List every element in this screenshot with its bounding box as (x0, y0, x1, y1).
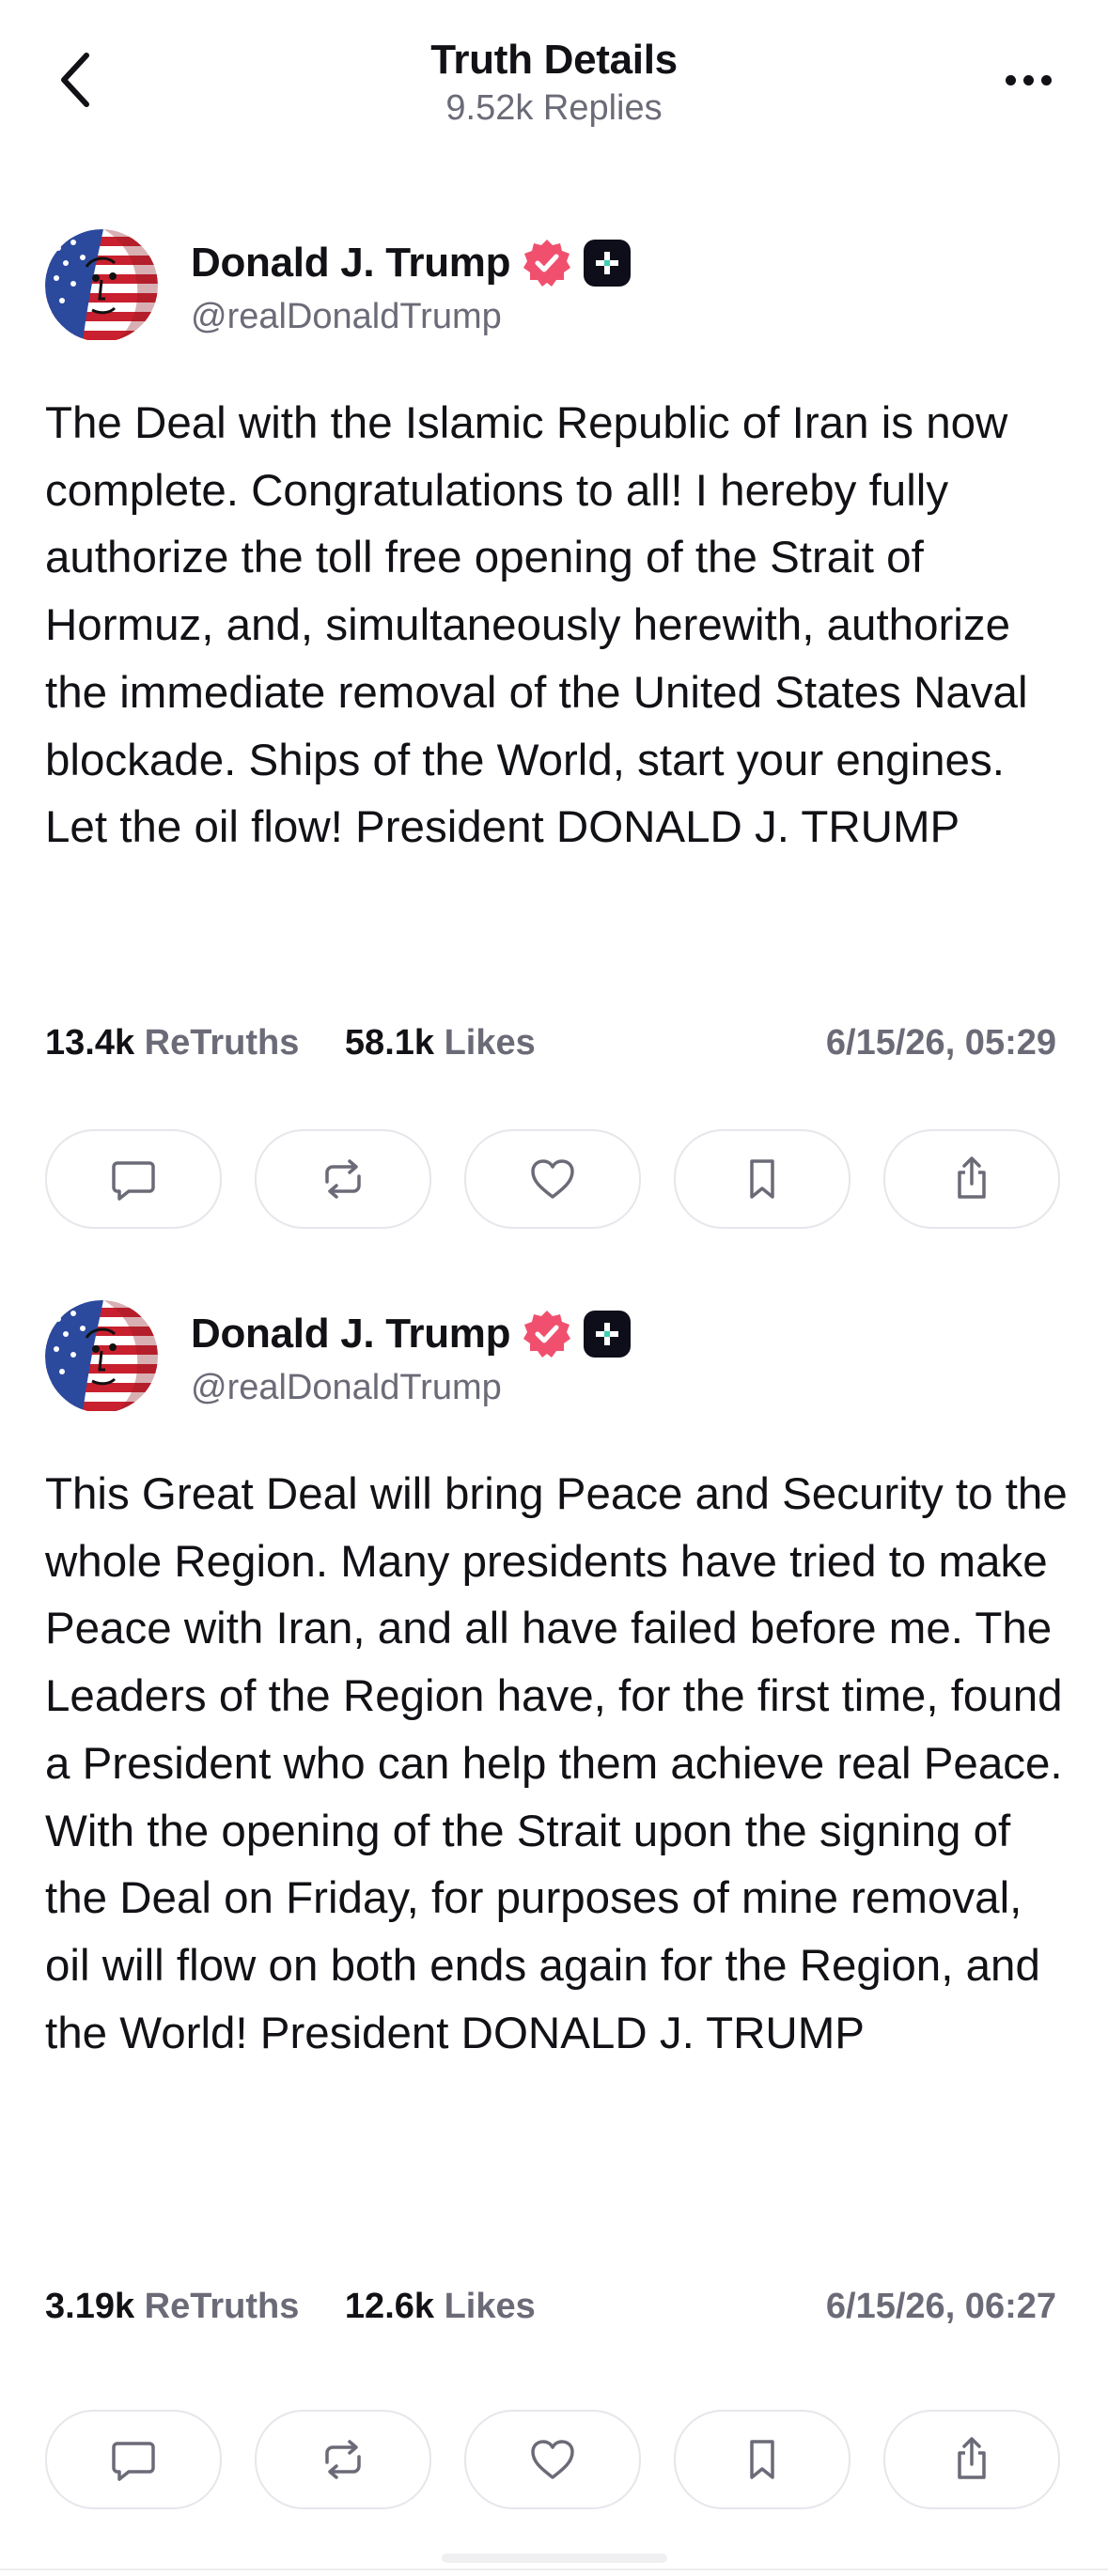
likes-label: Likes (444, 2287, 536, 2326)
ellipsis-dot (1022, 74, 1034, 85)
author-info: Donald J. Trump @realDonaldTrump (191, 235, 632, 340)
retruths-stat[interactable]: 13.4k ReTruths (45, 1019, 299, 1066)
verified-badge-icon (523, 1311, 571, 1358)
reply-icon (112, 1161, 155, 1201)
avatar[interactable] (45, 1300, 158, 1413)
share-icon (958, 2437, 986, 2479)
retruth-icon (325, 2440, 361, 2479)
post-stats: 13.4k ReTruths 58.1k Likes 6/15/26, 05:2… (45, 1019, 1056, 1066)
flag-portrait-avatar-icon (45, 229, 158, 342)
author-name[interactable]: Donald J. Trump (191, 240, 511, 287)
like-button[interactable] (464, 2410, 641, 2509)
ellipsis-dot (1040, 74, 1052, 85)
divider (0, 2568, 1108, 2570)
retruths-label: ReTruths (144, 1023, 300, 1063)
author-name-line: Donald J. Trump (191, 235, 632, 291)
header-titles: Truth Details 9.52k Replies (0, 36, 1108, 132)
retruths-count: 3.19k (45, 2287, 135, 2326)
likes-count: 58.1k (344, 1023, 435, 1063)
home-indicator[interactable] (442, 2553, 667, 2563)
reply-button[interactable] (45, 1129, 222, 1229)
likes-stat[interactable]: 58.1k Likes (345, 1019, 536, 1066)
page-title: Truth Details (430, 37, 678, 83)
author-handle[interactable]: @realDonaldTrump (191, 293, 631, 340)
author-row[interactable]: Donald J. Trump @realDonaldTrump (45, 225, 1060, 342)
more-options-button[interactable] (986, 42, 1070, 117)
post-text: This Great Deal will bring Peace and Sec… (45, 1469, 1068, 2058)
replies-count: 9.52k Replies (445, 88, 663, 128)
flag-portrait-avatar-icon (45, 1300, 158, 1413)
verified-badge-icon (523, 240, 571, 287)
post-timestamp: 6/15/26, 06:27 (825, 2287, 1056, 2326)
avatar[interactable] (45, 229, 158, 342)
heart-icon (531, 1159, 574, 1199)
post-actions (45, 1129, 1060, 1229)
reply-icon (112, 2442, 155, 2481)
top-nav-bar: Truth Details 9.52k Replies (0, 0, 1108, 150)
heart-icon (531, 2440, 574, 2479)
share-icon (958, 1156, 986, 1199)
author-handle[interactable]: @realDonaldTrump (191, 1364, 631, 1411)
plus-icon (596, 252, 619, 274)
likes-stat[interactable]: 12.6k Likes (345, 2283, 536, 2330)
truth-plus-badge-icon (584, 1311, 632, 1358)
share-button[interactable] (883, 2410, 1060, 2509)
author-info: Donald J. Trump @realDonaldTrump (191, 1306, 632, 1411)
share-button[interactable] (883, 1129, 1060, 1229)
post-text: The Deal with the Islamic Republic of Ir… (45, 398, 1028, 853)
ellipsis-horizontal-icon (1005, 74, 1016, 85)
retruths-label: ReTruths (144, 2287, 300, 2326)
author-name[interactable]: Donald J. Trump (191, 1311, 511, 1358)
bookmark-button[interactable] (674, 1129, 851, 1229)
retruths-count: 13.4k (45, 1023, 135, 1063)
likes-label: Likes (444, 1023, 536, 1063)
retruth-button[interactable] (255, 2410, 431, 2509)
truth-details-screen: Truth Details 9.52k Replies Donald J. Tr… (0, 0, 1108, 2576)
likes-count: 12.6k (344, 2287, 435, 2326)
post-timestamp: 6/15/26, 05:29 (825, 1023, 1056, 1063)
author-name-line: Donald J. Trump (191, 1306, 632, 1362)
retruths-stat[interactable]: 3.19k ReTruths (45, 2283, 299, 2330)
bookmark-icon (750, 1159, 774, 1199)
bookmark-icon (750, 2440, 774, 2479)
plus-icon (596, 1323, 619, 1345)
post-actions (45, 2410, 1060, 2509)
reply-button[interactable] (45, 2410, 222, 2509)
author-row[interactable]: Donald J. Trump @realDonaldTrump (45, 1296, 1060, 1413)
bookmark-button[interactable] (674, 2410, 851, 2509)
like-button[interactable] (464, 1129, 641, 1229)
retruth-button[interactable] (255, 1129, 431, 1229)
retruth-icon (325, 1159, 361, 1199)
truth-plus-badge-icon (584, 240, 632, 287)
post-stats: 3.19k ReTruths 12.6k Likes 6/15/26, 06:2… (45, 2283, 1056, 2330)
